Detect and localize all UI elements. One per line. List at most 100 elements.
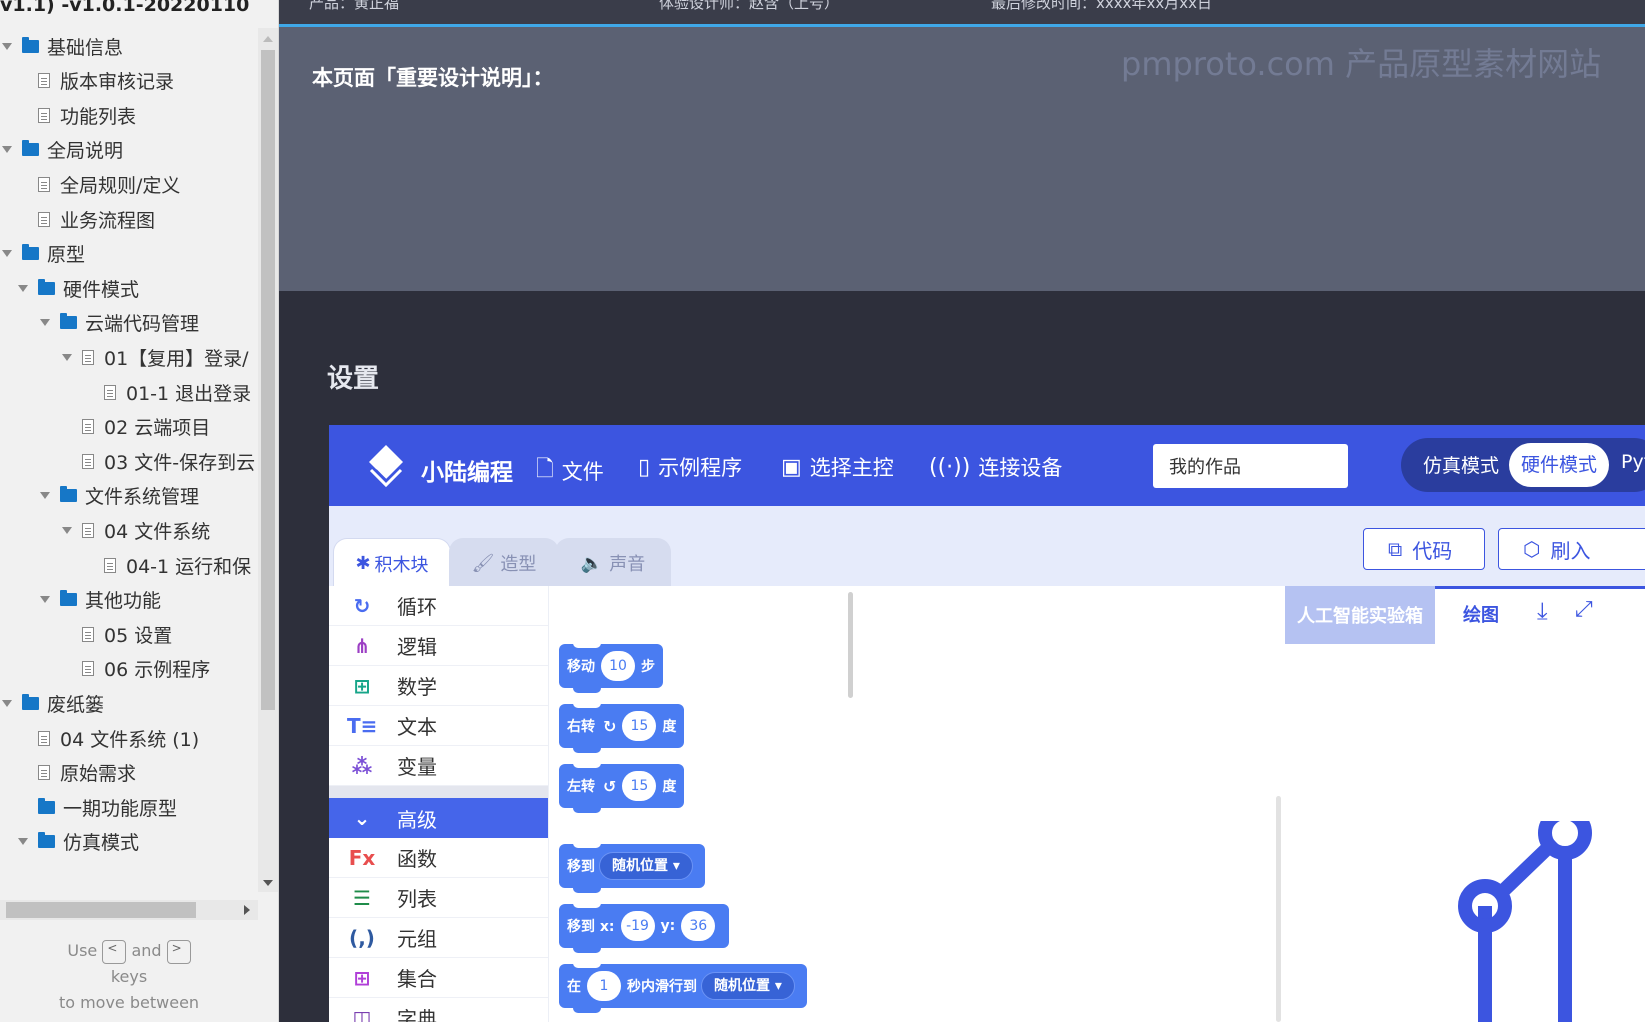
tab-costume[interactable]: 🖌 造型	[449, 538, 559, 588]
block-number-input[interactable]: 10	[601, 651, 635, 681]
category-variable[interactable]: ⁂ 变量	[329, 746, 548, 786]
category-function[interactable]: Fx 函数	[329, 838, 548, 878]
tree-vertical-scrollbar[interactable]	[258, 28, 278, 892]
download-icon[interactable]: ⤓	[1537, 597, 1548, 625]
tree-page[interactable]: 01-1 退出登录	[0, 374, 251, 410]
tab-draw[interactable]: 绘图	[1463, 601, 1499, 627]
expand-arrow-icon[interactable]	[0, 247, 14, 261]
block-number-input[interactable]: 36	[681, 911, 716, 941]
math-icon: ⊞	[353, 673, 371, 698]
tree-page[interactable]: 原始需求	[0, 755, 136, 791]
category-label: 集合	[397, 967, 437, 991]
page-icon	[82, 349, 94, 365]
mode-python[interactable]: Pyt	[1621, 451, 1645, 473]
expand-arrow-icon[interactable]	[60, 523, 74, 537]
expand-arrow-icon[interactable]	[38, 316, 52, 330]
mode-hardware[interactable]: 硬件模式	[1509, 443, 1609, 487]
mode-switch[interactable]: 仿真模式 硬件模式 Pyt	[1401, 438, 1645, 492]
tree-item-label: 04 文件系统	[104, 520, 211, 543]
category-loop[interactable]: ↻ 循环	[329, 586, 548, 626]
works-name-input[interactable]	[1153, 444, 1348, 488]
expand-arrow-icon[interactable]	[60, 350, 74, 364]
tree-folder[interactable]: 硬件模式	[0, 270, 139, 306]
category-set[interactable]: ⊞ 集合	[329, 958, 548, 998]
expand-arrow-icon[interactable]	[38, 489, 52, 503]
flash-button-label: 刷入	[1550, 538, 1591, 563]
scrollbar-thumb[interactable]	[6, 902, 196, 918]
block-goto[interactable]: 移到 随机位置 ▾	[559, 843, 705, 893]
block-number-input[interactable]: 15	[622, 771, 657, 801]
menu-examples[interactable]: ▯ 示例程序	[638, 452, 742, 482]
block-goto-xy[interactable]: 移到 x: -19 y: 36	[559, 903, 730, 953]
block-workspace[interactable]: 移动 10 步 右转 ↻ 15 度 左转 ↺ 15 度 移到 随机位置 ▾ 移到…	[548, 586, 1285, 1022]
tree-folder[interactable]: 一期功能原型	[0, 789, 177, 825]
tree-page[interactable]: 04 文件系统	[0, 512, 210, 548]
tree-page[interactable]: 05 设置	[0, 616, 172, 652]
scroll-up-icon[interactable]	[263, 36, 273, 42]
block-turn-left[interactable]: 左转 ↺ 15 度	[559, 763, 685, 813]
scroll-right-icon[interactable]	[244, 905, 250, 915]
block-move[interactable]: 移动 10 步	[559, 643, 663, 693]
tree-page[interactable]: 02 云端项目	[0, 409, 210, 445]
block-number-input[interactable]: -19	[620, 911, 655, 941]
tab-blocks[interactable]: ✱ 积木块	[333, 538, 451, 588]
tree-folder[interactable]: 文件系统管理	[0, 478, 199, 514]
tree-page[interactable]: 04-1 运行和保	[0, 547, 251, 583]
category-dict[interactable]: ◫ 字典	[329, 998, 548, 1022]
category-logic[interactable]: ⋔ 逻辑	[329, 626, 548, 666]
mode-sim[interactable]: 仿真模式	[1423, 451, 1499, 478]
variable-icon: ⁂	[351, 753, 373, 778]
category-advanced[interactable]: ⌄ 高级	[329, 798, 548, 838]
block-turn-right[interactable]: 右转 ↻ 15 度	[559, 703, 685, 753]
tab-sound[interactable]: 🔈 声音	[555, 538, 671, 588]
puzzle-icon: ✱	[355, 553, 371, 574]
meta-designer: 体验设计师：赵含（上号）	[659, 0, 840, 12]
menu-select-board[interactable]: ▣ 选择主控	[781, 452, 894, 482]
expand-arrow-icon[interactable]	[0, 143, 14, 157]
tree-folder[interactable]: 云端代码管理	[0, 305, 199, 341]
tab-ai-lab[interactable]: 人工智能实验箱	[1285, 586, 1435, 644]
tree-page[interactable]: 03 文件-保存到云	[0, 443, 255, 479]
tree-horizontal-scrollbar[interactable]	[0, 900, 258, 920]
expand-arrow-icon[interactable]	[16, 835, 30, 849]
tree-page[interactable]: 04 文件系统 (1)	[0, 720, 199, 756]
tree-folder[interactable]: 全局说明	[0, 132, 123, 168]
category-list[interactable]: ☰ 列表	[329, 878, 548, 918]
category-text[interactable]: T≡ 文本	[329, 706, 548, 746]
tree-folder[interactable]: 废纸篓	[0, 685, 104, 721]
workspace-scrollbar[interactable]	[1276, 796, 1281, 1022]
flash-button[interactable]: ⬡ 刷入	[1498, 528, 1645, 570]
block-number-input[interactable]: 15	[622, 711, 657, 741]
menu-connect-device[interactable]: ((·)) 连接设备	[929, 452, 1062, 482]
category-label: 循环	[397, 595, 437, 619]
tree-folder[interactable]: 原型	[0, 236, 85, 272]
logo-icon	[369, 445, 403, 488]
tree-page[interactable]: 全局规则/定义	[0, 166, 180, 202]
tree-folder[interactable]: 仿真模式	[0, 824, 139, 860]
tree-item-label: 基础信息	[47, 36, 124, 59]
fullscreen-icon[interactable]: ⤢	[1575, 597, 1593, 622]
tree-page[interactable]: 06 示例程序	[0, 651, 210, 687]
scroll-down-icon[interactable]	[263, 880, 273, 886]
expand-arrow-icon[interactable]	[16, 281, 30, 295]
expand-arrow-icon[interactable]	[0, 39, 14, 53]
expand-arrow-icon[interactable]	[0, 696, 14, 710]
block-number-input[interactable]: 1	[587, 971, 621, 1001]
block-dropdown[interactable]: 随机位置 ▾	[701, 972, 795, 1000]
tree-folder[interactable]: 其他功能	[0, 582, 161, 618]
tree-folder[interactable]: 基础信息	[0, 28, 123, 64]
tree-page[interactable]: 功能列表	[0, 97, 136, 133]
expand-arrow-icon[interactable]	[38, 593, 52, 607]
palette-scrollbar[interactable]	[848, 592, 853, 698]
rotate-left-icon: ↺	[603, 776, 617, 796]
menu-file[interactable]: 🗋 文件	[536, 452, 604, 490]
code-button[interactable]: ⧉ 代码	[1363, 528, 1485, 570]
scrollbar-thumb[interactable]	[261, 50, 275, 710]
tree-page[interactable]: 版本审核记录	[0, 63, 174, 99]
category-tuple[interactable]: (,) 元组	[329, 918, 548, 958]
tree-page[interactable]: 业务流程图	[0, 201, 155, 237]
block-dropdown[interactable]: 随机位置 ▾	[599, 852, 693, 880]
block-glide[interactable]: 在 1 秒内滑行到 随机位置 ▾	[559, 963, 807, 1013]
tree-page[interactable]: 01【复用】登录/	[0, 339, 249, 375]
category-math[interactable]: ⊞ 数学	[329, 666, 548, 706]
